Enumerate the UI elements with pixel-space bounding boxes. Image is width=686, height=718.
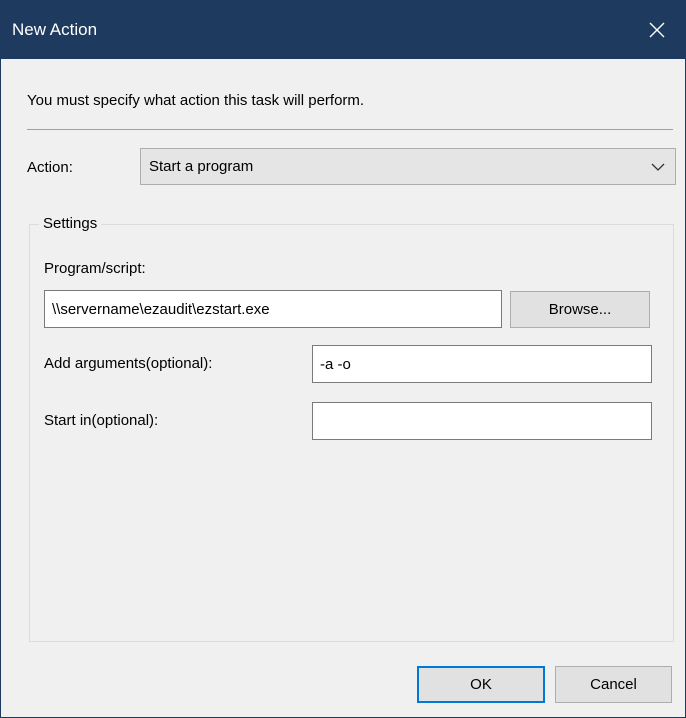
action-selected-value: Start a program bbox=[149, 158, 254, 175]
instruction-text: You must specify what action this task w… bbox=[27, 92, 365, 109]
window-title: New Action bbox=[12, 20, 98, 39]
action-select[interactable]: Start a program bbox=[140, 148, 676, 185]
ok-button[interactable]: OK bbox=[417, 666, 545, 703]
separator bbox=[27, 129, 673, 130]
start-in-label: Start in(optional): bbox=[44, 412, 159, 429]
browse-button[interactable]: Browse... bbox=[510, 291, 650, 328]
title-bar[interactable]: New Action bbox=[1, 1, 685, 59]
chevron-down-icon bbox=[651, 163, 665, 171]
arguments-input[interactable] bbox=[312, 345, 652, 383]
start-in-input[interactable] bbox=[312, 402, 652, 440]
program-script-input[interactable] bbox=[44, 290, 502, 328]
program-script-label: Program/script: bbox=[44, 260, 146, 277]
close-icon bbox=[649, 22, 665, 38]
action-label: Action: bbox=[27, 159, 73, 176]
new-action-dialog: New Action You must specify what action … bbox=[0, 0, 686, 718]
cancel-button[interactable]: Cancel bbox=[555, 666, 672, 703]
settings-group-label: Settings bbox=[39, 215, 102, 232]
arguments-label: Add arguments(optional): bbox=[44, 355, 213, 372]
close-button[interactable] bbox=[629, 1, 685, 59]
